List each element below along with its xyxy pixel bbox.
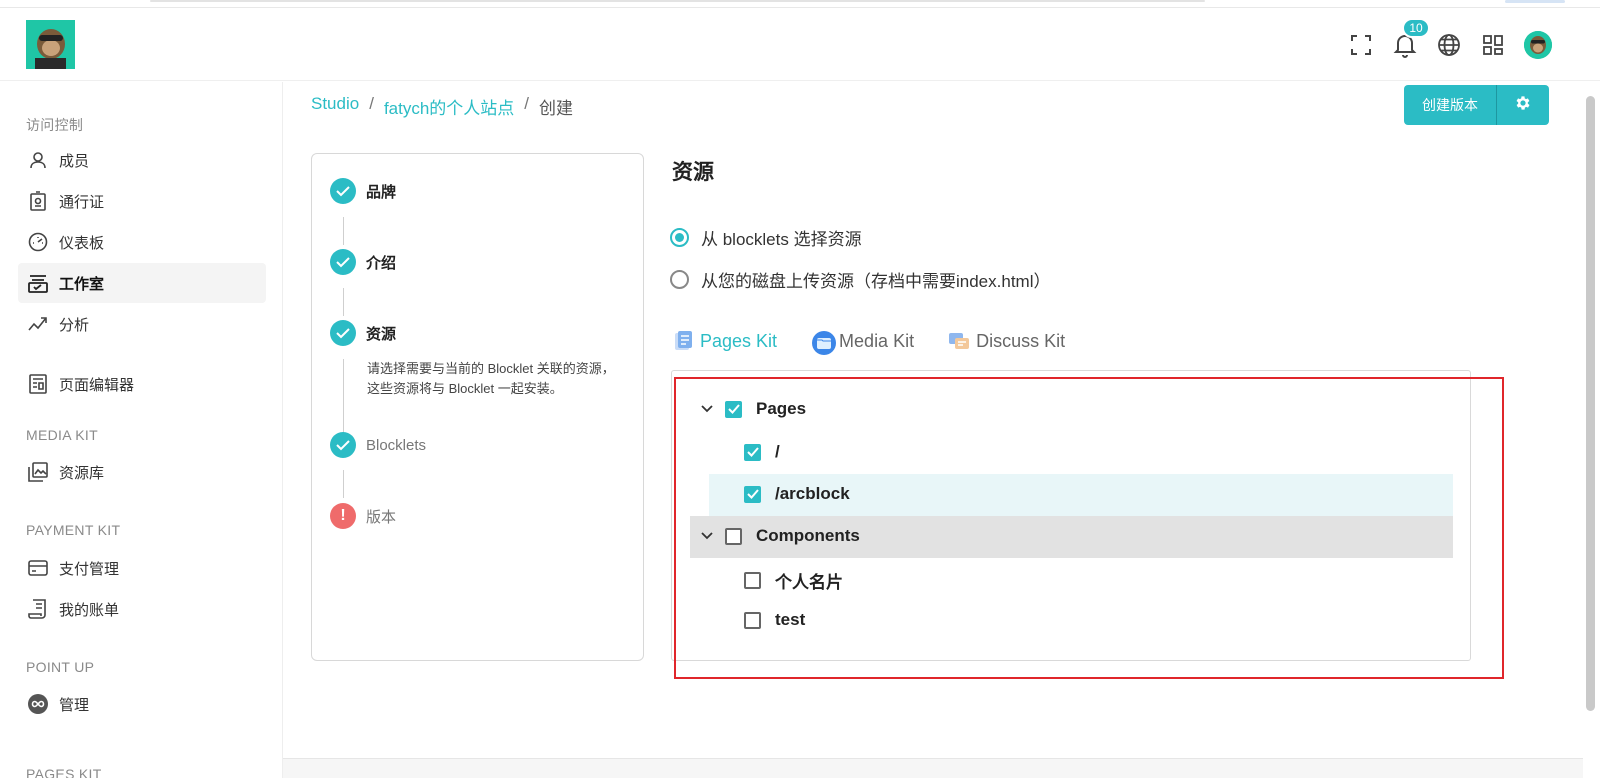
tab-label: Discuss Kit — [976, 330, 1066, 351]
step-brand[interactable]: 品牌 — [330, 178, 396, 204]
sidebar-section-media-kit: MEDIA KIT — [26, 427, 98, 443]
radio-label: 从 blocklets 选择资源 — [701, 230, 862, 249]
card-icon — [27, 557, 49, 579]
check-icon — [330, 432, 356, 458]
page-footer-edge — [283, 758, 1583, 778]
step-blocklets[interactable]: Blocklets — [330, 432, 426, 458]
language-globe-icon[interactable] — [1436, 32, 1462, 58]
app-header: 10 — [0, 9, 1600, 81]
sidebar-item-label: 成员 — [59, 152, 90, 170]
sidebar-item-label: 工作室 — [59, 275, 105, 293]
tab-pages-kit[interactable]: Pages Kit — [672, 330, 777, 352]
radio-select-from-blocklets[interactable]: 从 blocklets 选择资源 — [670, 225, 862, 250]
sidebar-section-access-control: 访问控制 — [26, 117, 84, 133]
check-icon — [330, 178, 356, 204]
apps-grid-icon[interactable] — [1480, 32, 1506, 58]
breadcrumb-studio[interactable]: Studio — [311, 94, 359, 119]
radio-upload-from-disk[interactable]: 从您的磁盘上传资源（存档中需要index.html） — [670, 267, 1050, 292]
sidebar-item-label: 页面编辑器 — [59, 376, 135, 394]
breadcrumb-site[interactable]: fatych的个人站点 — [384, 94, 514, 119]
sidebar-item-manage[interactable]: 管理 — [18, 684, 266, 724]
studio-icon — [27, 272, 49, 294]
error-exclamation-icon: ! — [330, 503, 356, 529]
sidebar-item-analytics[interactable]: 分析 — [18, 304, 266, 344]
breadcrumb: Studio / fatych的个人站点 / 创建 — [311, 94, 573, 119]
sidebar-item-my-bills[interactable]: 我的账单 — [18, 589, 266, 629]
address-bar-placeholder — [150, 0, 1205, 2]
sidebar-section-payment-kit: PAYMENT KIT — [26, 522, 121, 538]
top-progress-strip — [0, 0, 1600, 8]
dashboard-icon — [27, 231, 49, 253]
gear-icon — [1514, 94, 1532, 117]
sidebar-item-label: 我的账单 — [59, 601, 120, 619]
sidebar-item-members[interactable]: 成员 — [18, 140, 266, 180]
sidebar-item-passport[interactable]: 通行证 — [18, 181, 266, 221]
tab-label: Pages Kit — [700, 330, 778, 351]
sidebar-item-label: 通行证 — [59, 193, 105, 211]
step-version[interactable]: ! 版本 — [330, 503, 396, 529]
pages-kit-icon — [672, 330, 694, 352]
step-label: 资源 — [366, 325, 397, 343]
analytics-icon — [27, 313, 49, 335]
resources-title: 资源 — [672, 161, 714, 184]
step-label: Blocklets — [366, 436, 427, 454]
breadcrumb-current: 创建 — [539, 99, 574, 118]
sidebar-item-payment-management[interactable]: 支付管理 — [18, 548, 266, 588]
sidebar-item-label: 仪表板 — [59, 234, 105, 252]
sidebar-item-label: 支付管理 — [59, 560, 120, 578]
page-editor-icon — [27, 373, 49, 395]
sidebar-item-label: 资源库 — [59, 464, 105, 482]
tab-label: Media Kit — [839, 330, 915, 351]
annotation-highlight-box — [674, 377, 1504, 679]
sidebar-item-page-editor[interactable]: 页面编辑器 — [18, 364, 266, 404]
discuss-kit-icon — [948, 330, 970, 352]
page-scrollbar[interactable] — [1586, 96, 1595, 711]
sidebar-item-media-library[interactable]: 资源库 — [18, 452, 266, 492]
sidebar-section-point-up: POINT UP — [26, 659, 95, 675]
notification-count-badge: 10 — [1402, 18, 1430, 38]
resource-kit-tabs: Pages Kit Media Kit Discuss Kit — [672, 330, 1065, 355]
sidebar-section-pages-kit: PAGES KIT — [26, 766, 102, 778]
sidebar-item-label: 管理 — [59, 696, 90, 714]
fullscreen-icon[interactable] — [1348, 32, 1374, 58]
user-avatar[interactable] — [1524, 31, 1552, 59]
check-icon — [330, 249, 356, 275]
step-connector — [343, 470, 344, 498]
radio-label: 从您的磁盘上传资源（存档中需要index.html） — [701, 272, 1051, 291]
create-version-button[interactable]: 创建版本 — [1404, 85, 1497, 125]
settings-button[interactable] — [1497, 85, 1549, 125]
sidebar: 访问控制 成员 通行证 仪表板 工作室 分析 页面编辑器 MEDIA KIT 资… — [0, 82, 283, 778]
check-icon — [330, 320, 356, 346]
radio-button-checked[interactable] — [670, 228, 689, 247]
step-label: 介绍 — [366, 254, 397, 272]
sidebar-item-label: 分析 — [59, 316, 90, 334]
create-stepper: 品牌 介绍 资源 请选择需要与当前的 Blocklet 关联的资源，这些资源将与… — [311, 153, 644, 661]
create-version-button-group: 创建版本 — [1404, 85, 1549, 125]
media-kit-icon — [811, 330, 837, 355]
step-intro[interactable]: 介绍 — [330, 249, 396, 275]
sidebar-item-studio[interactable]: 工作室 — [18, 263, 266, 303]
infinity-icon — [27, 693, 49, 715]
top-action-placeholder — [1505, 0, 1565, 3]
step-connector — [343, 288, 344, 316]
badge-icon — [27, 190, 49, 212]
notification-bell-icon[interactable]: 10 — [1392, 18, 1430, 58]
step-label: 品牌 — [366, 183, 397, 201]
bill-icon — [27, 598, 49, 620]
step-resources-description: 请选择需要与当前的 Blocklet 关联的资源，这些资源将与 Blocklet… — [367, 361, 615, 396]
user-icon — [27, 149, 49, 171]
sidebar-item-dashboard[interactable]: 仪表板 — [18, 222, 266, 262]
radio-button-unchecked[interactable] — [670, 270, 689, 289]
tab-discuss-kit[interactable]: Discuss Kit — [948, 330, 1065, 352]
step-label: 版本 — [366, 508, 397, 526]
breadcrumb-separator: / — [524, 94, 530, 113]
step-connector — [343, 217, 344, 245]
breadcrumb-separator: / — [369, 94, 374, 113]
tab-media-kit[interactable]: Media Kit — [811, 330, 915, 355]
site-logo[interactable] — [26, 20, 75, 69]
step-resources[interactable]: 资源 — [330, 320, 396, 346]
media-library-icon — [27, 461, 49, 483]
